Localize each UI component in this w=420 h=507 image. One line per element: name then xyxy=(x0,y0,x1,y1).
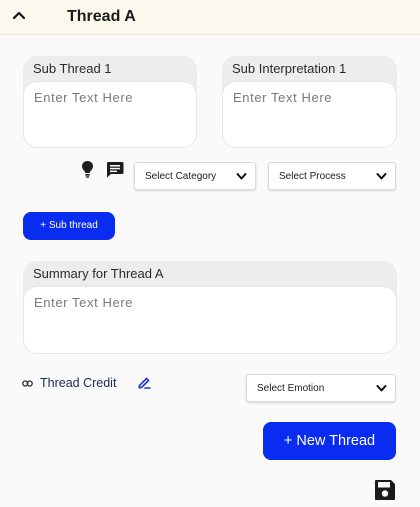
chevron-up-icon[interactable] xyxy=(12,9,26,23)
chevron-down-icon xyxy=(376,385,387,392)
pencil-icon[interactable] xyxy=(138,376,151,389)
chevron-down-icon xyxy=(236,173,247,180)
emotion-select-value: Select Emotion xyxy=(257,383,325,394)
process-select-value: Select Process xyxy=(279,171,346,182)
lightbulb-icon[interactable] xyxy=(81,160,94,178)
summary-placeholder: Enter Text Here xyxy=(34,295,134,310)
sub-thread-label: Sub Thread 1 xyxy=(33,61,112,76)
new-thread-button[interactable]: + New Thread xyxy=(263,422,396,460)
save-icon[interactable] xyxy=(374,479,396,501)
sub-interpretation-placeholder: Enter Text Here xyxy=(233,90,333,105)
add-sub-thread-button[interactable]: + Sub thread xyxy=(23,212,115,240)
comment-icon[interactable] xyxy=(106,161,124,178)
thread-credit-label: Thread Credit xyxy=(40,376,117,390)
summary-input[interactable]: Enter Text Here xyxy=(23,286,397,354)
sub-interpretation-input[interactable]: Enter Text Here xyxy=(222,81,397,148)
emotion-select[interactable]: Select Emotion xyxy=(246,374,396,402)
thread-header: Thread A xyxy=(0,0,420,35)
sub-thread-placeholder: Enter Text Here xyxy=(34,90,134,105)
sub-thread-input[interactable]: Enter Text Here xyxy=(23,81,197,148)
category-select-value: Select Category xyxy=(145,171,217,182)
category-select[interactable]: Select Category xyxy=(134,162,256,190)
sub-interpretation-card: Sub Interpretation 1 Enter Text Here xyxy=(222,56,397,148)
thread-title: Thread A xyxy=(67,8,136,25)
link-icon xyxy=(22,380,33,387)
sub-interpretation-label: Sub Interpretation 1 xyxy=(232,61,347,76)
chevron-down-icon xyxy=(376,173,387,180)
sub-thread-card: Sub Thread 1 Enter Text Here xyxy=(23,56,197,148)
summary-label: Summary for Thread A xyxy=(33,266,164,281)
summary-card: Summary for Thread A Enter Text Here xyxy=(23,261,397,354)
process-select[interactable]: Select Process xyxy=(268,162,396,190)
